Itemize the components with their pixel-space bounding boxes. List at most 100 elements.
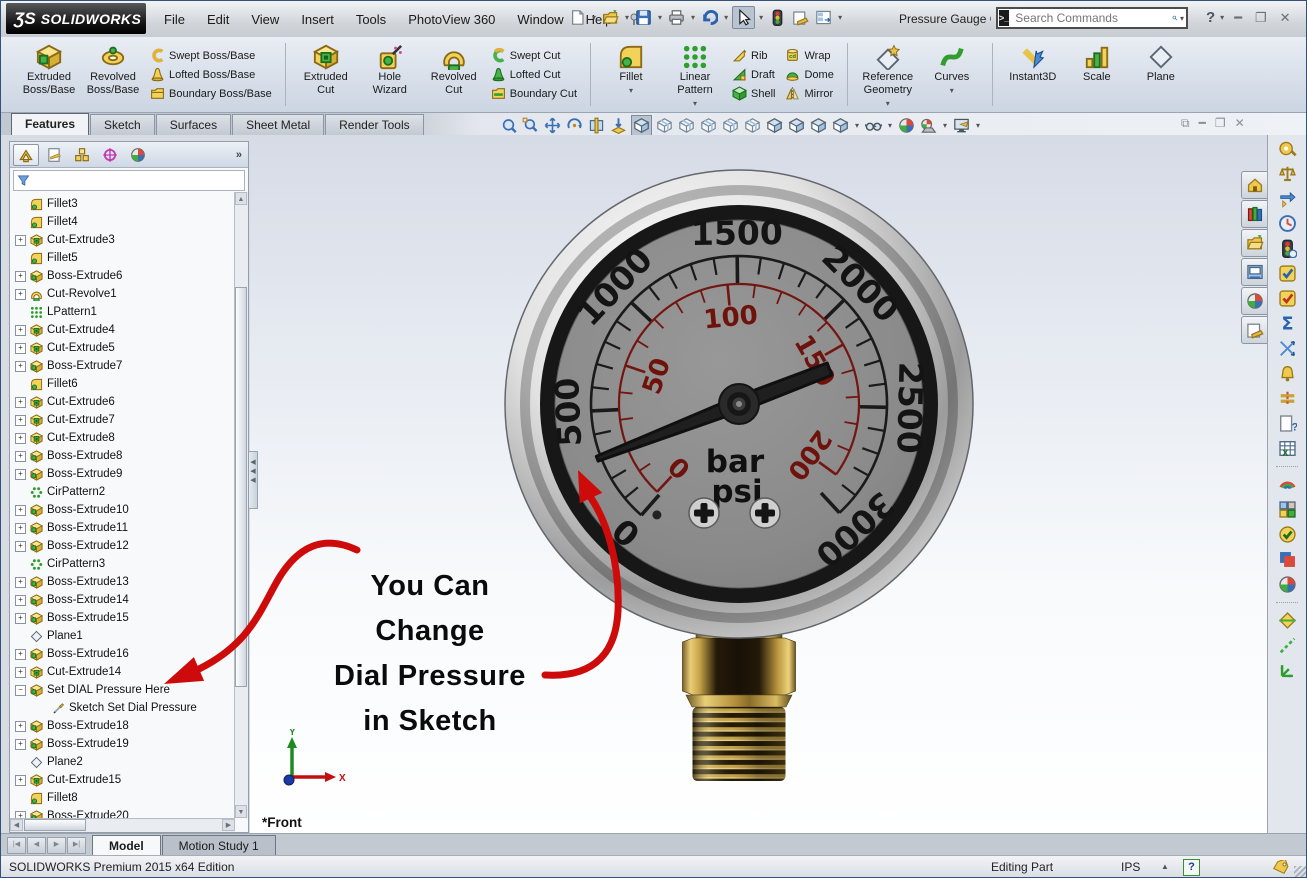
tree-item[interactable]: +Boss-Extrude8 — [10, 447, 235, 465]
tree-expand-toggle[interactable]: − — [15, 685, 26, 696]
search-input[interactable] — [1013, 10, 1172, 26]
model-nav-last-button[interactable]: ▶| — [67, 837, 86, 854]
shell-button[interactable]: Shell — [729, 85, 778, 102]
print-button[interactable] — [666, 7, 687, 28]
tree-item[interactable]: +Cut-Revolve1 — [10, 285, 235, 303]
tree-expand-toggle[interactable]: + — [15, 451, 26, 462]
open-button[interactable] — [600, 7, 621, 28]
feature-manager-tab[interactable] — [13, 144, 39, 166]
menu-insert[interactable]: Insert — [290, 9, 345, 30]
tree-expand-toggle[interactable]: + — [15, 577, 26, 588]
menu-view[interactable]: View — [240, 9, 290, 30]
tree-expand-toggle[interactable]: + — [15, 595, 26, 606]
hole-wizard-button[interactable]: HoleWizard — [358, 39, 422, 110]
scatter-arrows-icon[interactable] — [1278, 339, 1297, 358]
tree-item[interactable]: +Boss-Extrude14 — [10, 591, 235, 609]
doc-restore-icon[interactable]: ❐ — [1215, 116, 1226, 131]
extruded-boss-base-button[interactable]: ExtrudedBoss/Base — [17, 39, 81, 110]
rotate-view-icon[interactable] — [565, 116, 584, 135]
tree-expand-toggle[interactable]: + — [15, 523, 26, 534]
tree-item[interactable]: CirPattern2 — [10, 483, 235, 501]
rib-button[interactable]: Rib — [729, 47, 778, 64]
headsup-dropdown-icon[interactable]: ▾ — [943, 121, 947, 130]
tree-expand-toggle[interactable]: + — [15, 271, 26, 282]
tree-item[interactable]: Plane2 — [10, 753, 235, 771]
tree-item[interactable]: +Boss-Extrude7 — [10, 357, 235, 375]
pan-icon[interactable] — [543, 116, 562, 135]
tree-item[interactable]: Fillet4 — [10, 213, 235, 231]
draft-button[interactable]: Draft — [729, 66, 778, 83]
panel-overflow-chevron[interactable]: » — [236, 149, 242, 161]
colored-grid-icon[interactable] — [1278, 500, 1297, 519]
task-panes-dropdown-icon[interactable]: ▾ — [838, 13, 842, 22]
green-triad-icon[interactable] — [1278, 661, 1297, 680]
swept-boss-base-button[interactable]: Swept Boss/Base — [147, 47, 275, 64]
search-icon[interactable] — [1172, 10, 1178, 26]
linear-pattern-button[interactable]: LinearPattern▾ — [663, 39, 727, 110]
tree-expand-toggle[interactable]: + — [15, 811, 26, 819]
undo-dropdown-icon[interactable]: ▾ — [724, 13, 728, 22]
scroll-down-icon[interactable]: ▼ — [235, 805, 247, 818]
document-question-icon[interactable]: ? — [1278, 414, 1297, 433]
options-button[interactable] — [790, 7, 811, 28]
tree-item[interactable]: Fillet8 — [10, 789, 235, 807]
tree-expand-toggle[interactable]: + — [15, 235, 26, 246]
tree-item[interactable]: −Set DIAL Pressure Here — [10, 681, 235, 699]
view-right-icon[interactable] — [721, 116, 740, 135]
quick-tips-icon[interactable]: ? — [1183, 859, 1200, 876]
tree-item[interactable]: +Cut-Extrude4 — [10, 321, 235, 339]
hide-show-items-icon[interactable] — [864, 116, 883, 135]
undo-button[interactable] — [699, 7, 720, 28]
lofted-cut-button[interactable]: Lofted Cut — [488, 66, 580, 83]
tree-expand-toggle[interactable]: + — [15, 775, 26, 786]
tab-sketch[interactable]: Sketch — [90, 114, 155, 135]
view-iso1-icon[interactable] — [765, 116, 784, 135]
search-scope-icon[interactable]: >_ — [999, 10, 1009, 26]
tree-expand-toggle[interactable]: + — [15, 721, 26, 732]
reference-geometry-button[interactable]: ReferenceGeometry▾ — [856, 39, 920, 110]
view-iso3-icon[interactable] — [809, 116, 828, 135]
tree-item[interactable]: Plane1 — [10, 627, 235, 645]
check-circle-icon[interactable] — [1278, 525, 1297, 544]
tab-sheet-metal[interactable]: Sheet Metal — [232, 114, 324, 135]
scroll-left-icon[interactable]: ◀ — [10, 819, 23, 831]
tree-expand-toggle[interactable]: + — [15, 613, 26, 624]
open-dropdown-icon[interactable]: ▾ — [625, 13, 629, 22]
tab-surfaces[interactable]: Surfaces — [156, 114, 231, 135]
view-left-icon[interactable] — [699, 116, 718, 135]
doc-minimize-icon[interactable]: ━ — [1199, 116, 1206, 131]
view-back-icon[interactable] — [677, 116, 696, 135]
resize-grip[interactable] — [1294, 866, 1306, 878]
tree-expand-toggle[interactable]: + — [15, 505, 26, 516]
tree-hscrollbar-thumb[interactable] — [24, 819, 86, 831]
tree-expand-toggle[interactable]: + — [15, 739, 26, 750]
view-palette-tab[interactable] — [1241, 258, 1267, 286]
tree-expand-toggle[interactable]: + — [15, 433, 26, 444]
tree-horizontal-scrollbar[interactable]: ◀ ▶ — [10, 818, 235, 832]
tree-expand-toggle[interactable]: + — [15, 325, 26, 336]
tree-item[interactable]: CirPattern3 — [10, 555, 235, 573]
tree-item[interactable]: +Cut-Extrude6 — [10, 393, 235, 411]
tape-measure-icon[interactable] — [1278, 139, 1297, 158]
select-dropdown-icon[interactable]: ▾ — [759, 13, 763, 22]
rebuild-button[interactable] — [767, 7, 788, 28]
dimxpert-manager-tab[interactable] — [97, 144, 123, 166]
configuration-manager-tab[interactable] — [69, 144, 95, 166]
fillet-button[interactable]: Fillet▾ — [599, 39, 663, 110]
search-dropdown-icon[interactable]: ▾ — [1180, 14, 1184, 23]
feature-tree-filter[interactable] — [13, 170, 245, 191]
tree-item[interactable]: +Cut-Extrude5 — [10, 339, 235, 357]
tab-model[interactable]: Model — [92, 835, 161, 856]
curves-button[interactable]: Curves▾ — [920, 39, 984, 110]
wrap-button[interactable]: cdWrap — [782, 47, 836, 64]
tree-expand-toggle[interactable]: + — [15, 649, 26, 660]
tree-item[interactable]: +Boss-Extrude18 — [10, 717, 235, 735]
tree-item[interactable]: Fillet6 — [10, 375, 235, 393]
tree-expand-toggle[interactable]: + — [15, 397, 26, 408]
multicolor-sphere-icon[interactable] — [1278, 575, 1297, 594]
zoom-to-area-icon[interactable] — [521, 116, 540, 135]
scroll-right-icon[interactable]: ▶ — [222, 819, 235, 831]
blue-transfer-arrows-icon[interactable] — [1278, 189, 1297, 208]
zoom-to-fit-icon[interactable] — [499, 116, 518, 135]
display-manager-tab[interactable] — [125, 144, 151, 166]
